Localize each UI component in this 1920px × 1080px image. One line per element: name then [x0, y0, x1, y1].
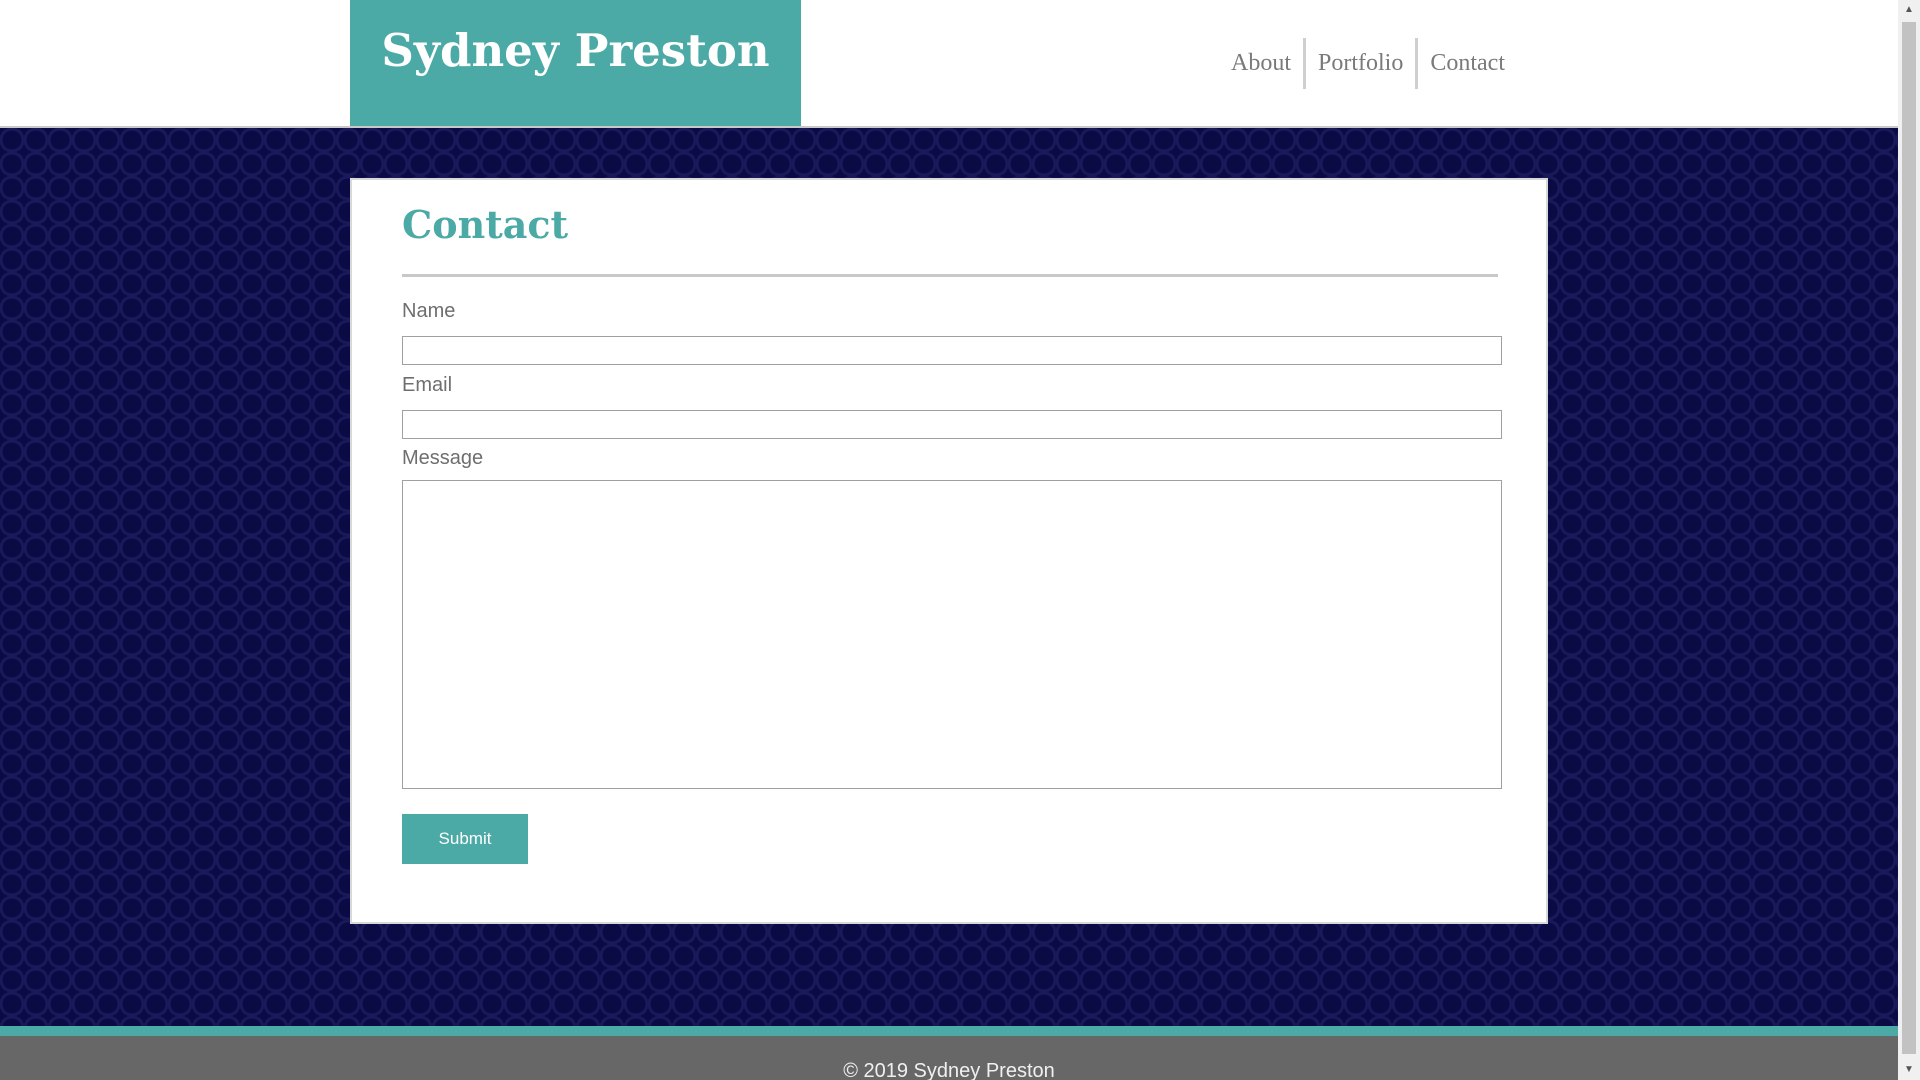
site-footer: © 2019 Sydney Preston — [0, 1036, 1898, 1080]
scrollbar-thumb[interactable] — [1902, 22, 1916, 1054]
main-nav: About Portfolio Contact — [1219, 38, 1517, 89]
nav-item-portfolio[interactable]: Portfolio — [1306, 38, 1415, 89]
name-label: Name — [402, 300, 456, 322]
scroll-down-arrow-icon[interactable]: ▼ — [1898, 1060, 1920, 1080]
copyright-text: © 2019 Sydney Preston — [843, 1060, 1055, 1080]
email-label: Email — [402, 374, 453, 396]
scroll-up-arrow-icon[interactable]: ▲ — [1898, 0, 1920, 20]
title-divider — [402, 274, 1498, 277]
submit-button[interactable]: Submit — [402, 814, 528, 864]
email-field[interactable] — [402, 410, 1502, 439]
vertical-scrollbar[interactable]: ▲ ▼ — [1898, 0, 1920, 1080]
message-label: Message — [402, 447, 484, 469]
message-field[interactable] — [402, 480, 1502, 789]
nav-item-about[interactable]: About — [1219, 38, 1303, 89]
site-logo[interactable]: Sydney Preston — [350, 0, 801, 126]
site-header: Sydney Preston About Portfolio Contact — [0, 0, 1898, 128]
footer-accent-bar — [0, 1026, 1898, 1036]
name-field[interactable] — [402, 336, 1502, 365]
page-title: Contact — [402, 202, 569, 247]
contact-card: Contact Name Email Message Submit — [350, 178, 1548, 924]
site-title: Sydney Preston — [381, 23, 770, 77]
nav-item-contact[interactable]: Contact — [1418, 38, 1517, 89]
